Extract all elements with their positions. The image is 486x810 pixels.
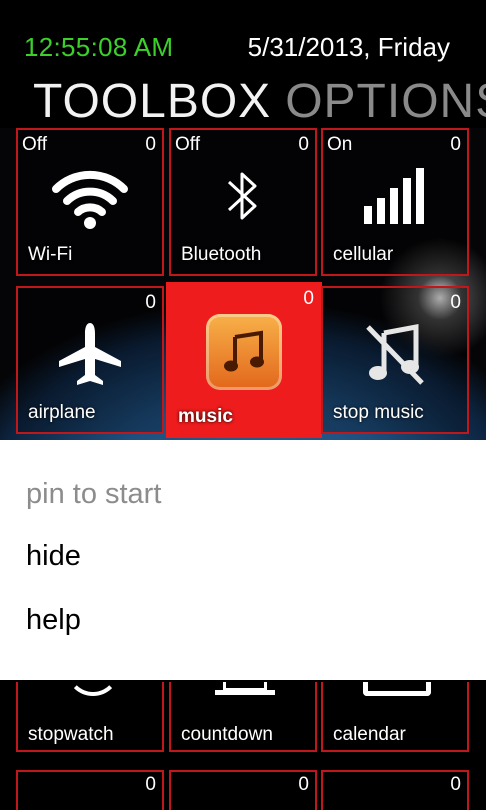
tile-label: countdown — [181, 724, 273, 745]
tile-countdown[interactable]: countdown — [169, 682, 317, 752]
tile-label: Wi-Fi — [28, 244, 73, 265]
tile-label: airplane — [28, 402, 96, 423]
tile-count: 0 — [298, 134, 309, 155]
music-note-icon — [206, 314, 282, 390]
stopwatch-icon — [66, 652, 120, 696]
pivot-item-toolbox[interactable]: TOOLBOX — [33, 75, 271, 128]
tile-label: stopwatch — [28, 724, 114, 745]
tile-state: On — [327, 134, 353, 155]
tile-count: 0 — [145, 134, 156, 155]
tile-bluetooth[interactable]: Off 0 Bluetooth — [169, 128, 317, 276]
countdown-icon — [215, 682, 275, 696]
bluetooth-icon — [171, 154, 315, 238]
signal-bars-icon — [323, 154, 467, 238]
menu-item-help[interactable]: help — [26, 604, 81, 637]
tile-count: 0 — [145, 774, 156, 795]
tile-count: 0 — [298, 774, 309, 795]
wifi-icon — [18, 154, 162, 238]
tile-count: 0 — [450, 134, 461, 155]
context-menu: pin to start hide help — [0, 440, 486, 680]
tile-count: 0 — [450, 774, 461, 795]
tile-state: Off — [22, 134, 47, 155]
menu-item-pin-to-start[interactable]: pin to start — [26, 478, 161, 511]
airplane-icon — [18, 312, 162, 396]
status-time: 12:55:08 AM — [24, 32, 174, 62]
tile-label: music — [178, 406, 233, 427]
tile-wifi[interactable]: Off 0 Wi-Fi — [16, 128, 164, 276]
tile-label: calendar — [333, 724, 406, 745]
tile-count: 0 — [450, 292, 461, 313]
pivot-item-options[interactable]: OPTIONS — [285, 75, 486, 128]
menu-item-hide[interactable]: hide — [26, 540, 81, 573]
tile-label: stop music — [333, 402, 424, 423]
music-app-icon — [168, 304, 320, 400]
tile-airplane[interactable]: 0 airplane — [16, 286, 164, 434]
status-date: 5/31/2013, Friday — [247, 32, 450, 62]
tile-row3-3[interactable]: 0 — [321, 770, 469, 810]
pivot-header: TOOLBOX OPTIONS — [33, 74, 486, 129]
tile-row3-2[interactable]: 0 — [169, 770, 317, 810]
tile-label: Bluetooth — [181, 244, 262, 265]
tile-count: 0 — [145, 292, 156, 313]
tile-music[interactable]: 0 music — [166, 282, 322, 438]
tile-stop-music[interactable]: 0 stop music — [321, 286, 469, 434]
tile-calendar[interactable]: calendar — [321, 682, 469, 752]
tile-cellular[interactable]: On 0 cellular — [321, 128, 469, 276]
tile-state: Off — [175, 134, 200, 155]
tile-label: cellular — [333, 244, 394, 265]
tile-row3-1[interactable]: 0 — [16, 770, 164, 810]
calendar-icon — [363, 682, 431, 696]
tile-stopwatch[interactable]: stopwatch — [16, 682, 164, 752]
music-off-icon — [323, 312, 467, 396]
